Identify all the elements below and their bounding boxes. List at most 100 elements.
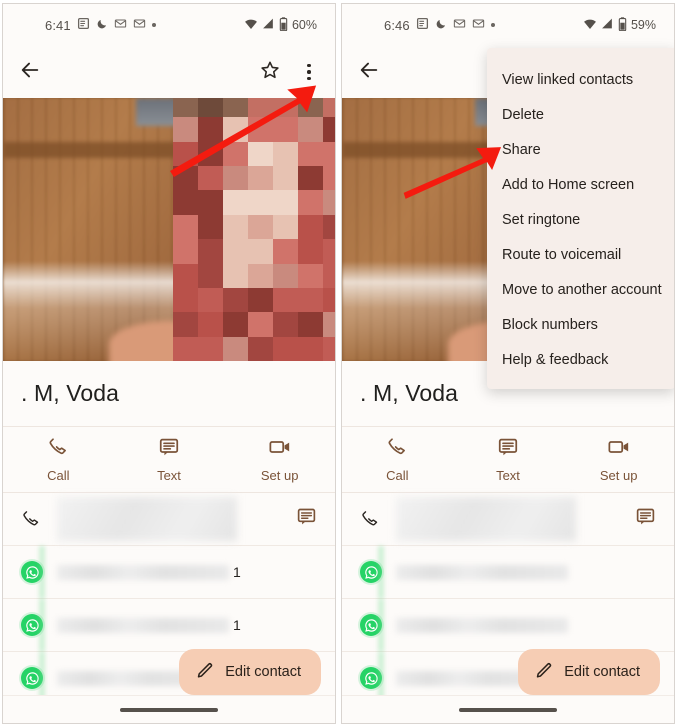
redacted-whatsapp-number: 1 [51,599,317,651]
pixelated-face-region [173,98,335,361]
signal-icon [601,17,614,33]
whatsapp-icon [360,667,390,689]
phone-icon [360,509,390,529]
action-text-label: Text [157,468,181,483]
mail-icon [114,17,127,33]
list-item[interactable] [342,546,674,599]
blurred-value [396,564,568,580]
menu-item-share[interactable]: Share [487,132,674,167]
phone-icon [386,436,408,463]
blurred-value [57,617,229,633]
menu-item-block-numbers[interactable]: Block numbers [487,307,674,342]
video-call-icon [268,436,292,463]
edit-contact-button[interactable]: Edit contact [518,649,660,695]
home-indicator[interactable] [459,707,557,712]
video-call-icon [607,436,631,463]
whatsapp-icon [360,561,390,583]
star-outline-icon [259,59,281,86]
phone-screenshot-left: 6:41 60% . M, Voda Call Text Set up 1 1 … [2,3,336,724]
status-bar-right: 59% [583,16,660,34]
list-item[interactable]: 1 [3,546,335,599]
status-bar: 6:46 59% [342,4,674,46]
menu-item-add-to-home-screen[interactable]: Add to Home screen [487,167,674,202]
edit-contact-button[interactable]: Edit contact [179,649,321,695]
contact-name: . M, Voda [21,380,120,406]
list-item[interactable] [3,493,335,546]
mail-icon [453,17,466,33]
action-setup-label: Set up [260,468,299,483]
mail-icon [472,17,485,33]
row-message-button[interactable] [296,506,317,532]
back-arrow-icon [19,59,41,86]
action-text[interactable]: Text [114,436,225,483]
row-message-button[interactable] [635,506,656,532]
status-bar: 6:41 60% [3,4,335,46]
calendar-icon [416,17,429,33]
list-item[interactable] [342,493,674,546]
action-text-label: Text [496,468,520,483]
screenshot-stage: 6:41 60% . M, Voda Call Text Set up 1 1 … [0,0,675,727]
list-item-trailing-text: 1 [233,564,241,580]
whatsapp-highlight [39,546,45,598]
contact-photo[interactable] [3,98,335,361]
pencil-icon [535,660,554,684]
redacted-whatsapp-number: 1 [51,546,317,598]
pencil-icon [196,660,215,684]
action-text[interactable]: Text [453,436,564,483]
do-not-disturb-moon-icon [435,18,447,33]
list-item[interactable] [342,599,674,652]
redacted-phone-number [51,493,296,545]
blurred-value [57,497,237,541]
message-icon [296,508,317,531]
back-button[interactable] [19,59,41,86]
status-bar-left: 6:46 [356,17,495,33]
edit-contact-label: Edit contact [564,664,640,680]
do-not-disturb-moon-icon [96,18,108,33]
phone-icon [47,436,69,463]
back-button[interactable] [358,59,380,86]
home-indicator[interactable] [120,707,218,712]
action-call-label: Call [47,468,70,483]
menu-item-move-to-another-account[interactable]: Move to another account [487,272,674,307]
overflow-menu-button[interactable] [299,61,319,83]
menu-item-view-linked-contacts[interactable]: View linked contacts [487,62,674,97]
list-item[interactable]: 1 [3,599,335,652]
action-call[interactable]: Call [342,436,453,483]
gesture-nav-bar[interactable] [3,695,335,723]
blurred-value [57,564,229,580]
whatsapp-highlight [378,599,384,651]
whatsapp-highlight [378,546,384,598]
phone-screenshot-right: 6:46 59% . M, Voda Call Text Set up Edit… [341,3,675,724]
list-item-trailing-text: 1 [233,617,241,633]
battery-icon [279,16,288,34]
menu-item-delete[interactable]: Delete [487,97,674,132]
action-call[interactable]: Call [3,436,114,483]
wifi-icon [583,17,597,34]
action-call-label: Call [386,468,409,483]
whatsapp-icon [21,667,51,689]
blurred-value [396,617,568,633]
redacted-phone-number [390,493,635,545]
redacted-whatsapp-number [390,546,656,598]
redacted-whatsapp-number [390,599,656,651]
action-set-up[interactable]: Set up [224,436,335,483]
app-bar [3,46,335,98]
menu-item-route-to-voicemail[interactable]: Route to voicemail [487,237,674,272]
dot-icon [151,23,156,27]
menu-item-set-ringtone[interactable]: Set ringtone [487,202,674,237]
quick-actions: Call Text Set up [342,427,674,493]
edit-contact-label: Edit contact [225,664,301,680]
contact-name: . M, Voda [360,380,459,406]
whatsapp-icon [360,614,390,636]
whatsapp-highlight [39,599,45,651]
gesture-nav-bar[interactable] [342,695,674,723]
menu-item-help-feedback[interactable]: Help & feedback [487,342,674,377]
status-time: 6:46 [384,17,410,33]
blurred-value [396,497,576,541]
wifi-icon [244,17,258,34]
quick-actions: Call Text Set up [3,427,335,493]
message-icon [635,508,656,531]
battery-percent: 59% [630,18,656,32]
favorite-star-button[interactable] [259,59,281,86]
action-set-up[interactable]: Set up [563,436,674,483]
